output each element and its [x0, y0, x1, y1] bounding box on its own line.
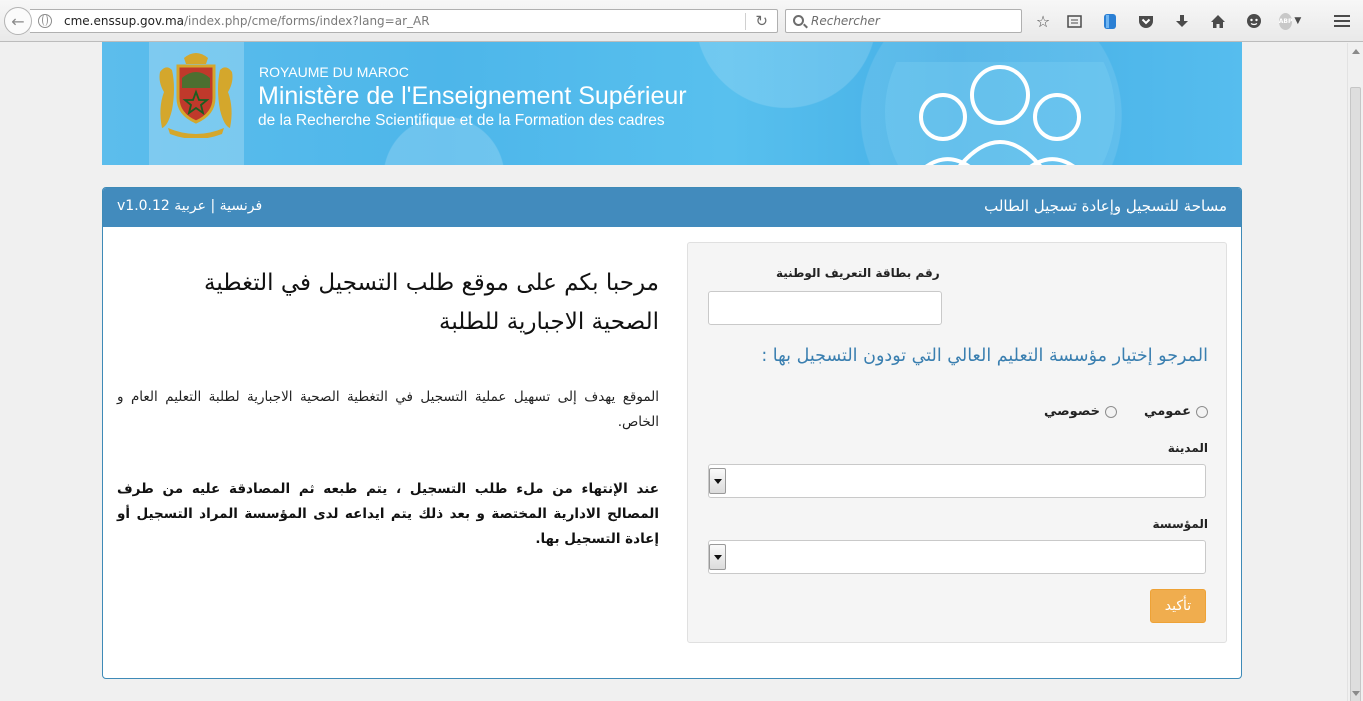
header-banner: ROYAUME DU MAROC Ministère de l'Enseigne…: [102, 42, 1242, 165]
chevron-down-icon: ▼: [1294, 16, 1302, 26]
reading-list-icon[interactable]: [1063, 10, 1085, 32]
banner-subtitle: de la Recherche Scientifique et de la Fo…: [258, 112, 665, 129]
registration-note: عند الإنتهاء من ملء طلب التسجيل ، يتم طب…: [117, 481, 659, 547]
confirm-button[interactable]: تأكيد: [1150, 589, 1206, 623]
search-placeholder: Rechercher: [811, 14, 880, 28]
banner-ministry-title: Ministère de l'Enseignement Supérieur: [258, 82, 687, 110]
back-button[interactable]: ←: [4, 7, 32, 35]
database-icon[interactable]: [1099, 10, 1121, 32]
radio-public-label: عمومي: [1144, 404, 1191, 419]
language-link-arabic[interactable]: عربية: [174, 198, 206, 214]
city-label: المدينة: [1167, 441, 1208, 455]
scroll-down-icon[interactable]: [1352, 691, 1360, 696]
adblock-icon[interactable]: ABP ▼: [1278, 10, 1302, 32]
pocket-icon[interactable]: [1135, 10, 1157, 32]
institution-label: المؤسسة: [1152, 517, 1208, 531]
url-bar[interactable]: cme.enssup.gov.ma/index.php/cme/forms/in…: [30, 9, 778, 33]
url-text[interactable]: cme.enssup.gov.ma/index.php/cme/forms/in…: [64, 14, 430, 28]
star-icon[interactable]: ☆: [1032, 10, 1054, 32]
welcome-heading: مرحبا بكم على موقع طلب التسجيل في التغطي…: [203, 270, 659, 335]
radio-private-circle[interactable]: [1105, 405, 1117, 418]
language-separator: |: [210, 198, 216, 214]
chevron-down-icon[interactable]: [709, 468, 726, 494]
choose-institution-title: المرجو إختيار مؤسسة التعليم العالي التي …: [761, 346, 1208, 366]
download-icon[interactable]: [1171, 10, 1193, 32]
cin-label: رقم بطاقة التعريف الوطنية: [776, 266, 940, 280]
people-graphic-icon: [885, 62, 1115, 165]
globe-icon: [38, 14, 52, 28]
registration-panel: مساحة للتسجيل وإعادة تسجيل الطالب v1.0.1…: [102, 187, 1242, 679]
radio-private[interactable]: خصوصي: [1044, 404, 1117, 419]
banner-kingdom: ROYAUME DU MAROC: [259, 64, 409, 80]
version-label: v1.0.12: [117, 198, 170, 214]
panel-title: مساحة للتسجيل وإعادة تسجيل الطالب: [984, 197, 1227, 215]
adblock-label: ABP: [1278, 12, 1293, 30]
search-bar[interactable]: Rechercher: [785, 9, 1022, 33]
search-icon: [793, 15, 804, 26]
radio-private-label: خصوصي: [1043, 404, 1100, 419]
radio-public[interactable]: عمومي: [1144, 404, 1208, 419]
radio-public-circle[interactable]: [1196, 405, 1208, 418]
reload-icon[interactable]: ↻: [755, 12, 768, 30]
language-switcher: v1.0.12 فرنسية | عربية: [117, 198, 262, 214]
url-separator: [745, 13, 746, 30]
cin-input[interactable]: [708, 291, 942, 325]
moroccan-crest-icon: [159, 53, 233, 138]
home-icon[interactable]: [1207, 10, 1229, 32]
city-select[interactable]: [708, 464, 1206, 498]
panel-header: مساحة للتسجيل وإعادة تسجيل الطالب v1.0.1…: [103, 188, 1241, 227]
chat-icon[interactable]: [1243, 10, 1265, 32]
scroll-up-icon[interactable]: [1352, 49, 1360, 54]
institution-select[interactable]: [708, 540, 1206, 574]
chevron-down-icon[interactable]: [709, 544, 726, 570]
registration-form: رقم بطاقة التعريف الوطنية المرجو إختيار …: [687, 242, 1227, 643]
browser-toolbar: cme.enssup.gov.ma/index.php/cme/forms/in…: [0, 0, 1363, 42]
arrow-left-icon: ←: [11, 11, 25, 31]
scroll-thumb[interactable]: [1350, 87, 1361, 701]
site-description: الموقع يهدف إلى تسهيل عملية التسجيل في ا…: [117, 389, 659, 430]
page-scrollbar[interactable]: [1347, 43, 1363, 701]
language-link-french[interactable]: فرنسية: [220, 198, 263, 214]
menu-icon[interactable]: [1331, 10, 1353, 32]
crest-panel: [149, 42, 244, 165]
